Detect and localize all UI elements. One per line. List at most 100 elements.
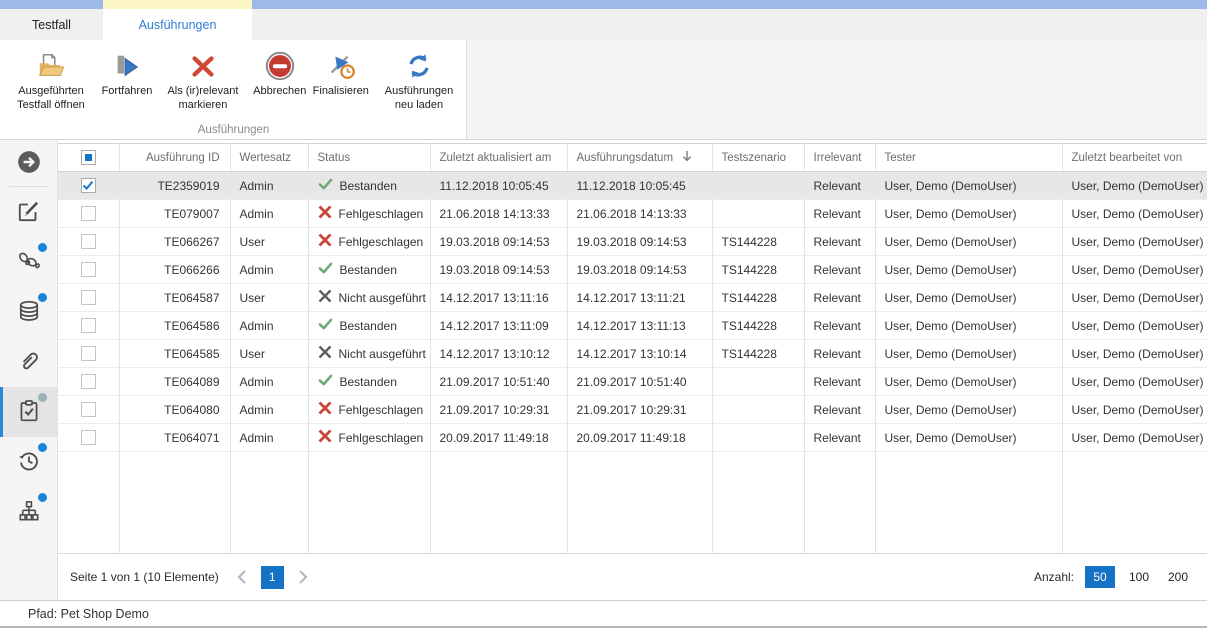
cell-ausfuehrungsdatum: 21.06.2018 14:13:33	[567, 200, 712, 228]
page-1-button[interactable]: 1	[261, 566, 284, 589]
cell-irrelevant: Relevant	[804, 228, 875, 256]
cell-testszenario	[712, 396, 804, 424]
content-area: Ausführung IDWertesatzStatusZuletzt aktu…	[58, 140, 1207, 600]
reload-executions-button[interactable]: Ausführungen neu laden	[372, 46, 466, 115]
column-header-edited_by[interactable]: Zuletzt bearbeitet von	[1062, 144, 1207, 172]
column-header-wertesatz[interactable]: Wertesatz	[230, 144, 308, 172]
row-checkbox[interactable]	[81, 318, 96, 333]
page-size-group: Anzahl: 50 100 200	[1034, 566, 1193, 588]
page-size-100[interactable]: 100	[1124, 566, 1154, 588]
cell-zuletzt-aktualisiert: 19.03.2018 09:14:53	[430, 256, 567, 284]
cell-ausfuehrung-id: TE064089	[119, 368, 230, 396]
cell-ausfuehrung-id: TE066266	[119, 256, 230, 284]
sidebar-item-attachments[interactable]	[0, 337, 57, 387]
cell-wertesatz: Admin	[230, 396, 308, 424]
arrow-circle-icon	[16, 149, 42, 178]
cell-zuletzt-bearbeitet-von: User, Demo (DemoUser)	[1062, 424, 1207, 452]
sidebar-item-data[interactable]	[0, 287, 57, 337]
cell-irrelevant: Relevant	[804, 172, 875, 200]
table-row[interactable]: TE2359019 Admin Bestanden 11.12.2018 10:…	[58, 172, 1207, 200]
column-header-status[interactable]: Status	[308, 144, 430, 172]
cell-testszenario: TS144228	[712, 228, 804, 256]
column-header-testszenario[interactable]: Testszenario	[712, 144, 804, 172]
column-header-tester[interactable]: Tester	[875, 144, 1062, 172]
tab-bar: TestfallAusführungen	[0, 9, 1207, 40]
cell-wertesatz: Admin	[230, 200, 308, 228]
column-header-irrelevant[interactable]: Irrelevant	[804, 144, 875, 172]
paperclip-icon	[16, 348, 42, 377]
cancel-button[interactable]: Abbrechen	[250, 46, 310, 101]
status-notrun-icon	[318, 345, 332, 362]
tab-ausfuehrungen[interactable]: Ausführungen	[103, 9, 252, 40]
cell-zuletzt-bearbeitet-von: User, Demo (DemoUser)	[1062, 284, 1207, 312]
column-header-updated[interactable]: Zuletzt aktualisiert am	[430, 144, 567, 172]
table-row[interactable]: TE064586 Admin Bestanden 14.12.2017 13:1…	[58, 312, 1207, 340]
column-header-exec_date[interactable]: Ausführungsdatum	[567, 144, 712, 172]
cell-zuletzt-bearbeitet-von: User, Demo (DemoUser)	[1062, 340, 1207, 368]
row-checkbox[interactable]	[81, 430, 96, 445]
status-passed-icon	[318, 317, 333, 334]
cell-status: Bestanden	[308, 312, 430, 340]
cell-zuletzt-bearbeitet-von: User, Demo (DemoUser)	[1062, 228, 1207, 256]
cell-ausfuehrungsdatum: 14.12.2017 13:10:14	[567, 340, 712, 368]
table-row[interactable]: TE066267 User Fehlgeschlagen 19.03.2018 …	[58, 228, 1207, 256]
cell-zuletzt-aktualisiert: 21.09.2017 10:51:40	[430, 368, 567, 396]
cell-wertesatz: User	[230, 340, 308, 368]
cell-ausfuehrungsdatum: 14.12.2017 13:11:13	[567, 312, 712, 340]
sidebar-item-hierarchy[interactable]	[0, 487, 57, 537]
page-size-50[interactable]: 50	[1085, 566, 1115, 588]
cell-ausfuehrungsdatum: 11.12.2018 10:05:45	[567, 172, 712, 200]
row-checkbox[interactable]	[81, 346, 96, 361]
select-all-checkbox[interactable]	[81, 150, 96, 165]
table-row[interactable]: TE064071 Admin Fehlgeschlagen 20.09.2017…	[58, 424, 1207, 452]
table-row[interactable]: TE066266 Admin Bestanden 19.03.2018 09:1…	[58, 256, 1207, 284]
path-label: Pfad: Pet Shop Demo	[28, 607, 149, 621]
sidebar-item-steps[interactable]	[0, 237, 57, 287]
table-row[interactable]: TE064585 User Nicht ausgeführt 14.12.201…	[58, 340, 1207, 368]
cell-status: Fehlgeschlagen	[308, 424, 430, 452]
page-size-label: Anzahl:	[1034, 570, 1074, 584]
continue-label: Fortfahren	[102, 85, 153, 99]
row-checkbox[interactable]	[81, 206, 96, 221]
cell-irrelevant: Relevant	[804, 424, 875, 452]
sidebar-item-edit[interactable]	[0, 187, 57, 237]
table-row[interactable]: TE064080 Admin Fehlgeschlagen 21.09.2017…	[58, 396, 1207, 424]
column-header-id[interactable]: Ausführung ID	[119, 144, 230, 172]
row-checkbox[interactable]	[81, 402, 96, 417]
cell-tester: User, Demo (DemoUser)	[875, 368, 1062, 396]
table-row[interactable]: TE079007 Admin Fehlgeschlagen 21.06.2018…	[58, 200, 1207, 228]
cell-ausfuehrung-id: TE2359019	[119, 172, 230, 200]
page-size-200[interactable]: 200	[1163, 566, 1193, 588]
mark-irrelevant-button[interactable]: Als (ir)relevant markieren	[156, 46, 250, 115]
next-page-button[interactable]	[296, 569, 310, 585]
cell-irrelevant: Relevant	[804, 396, 875, 424]
prev-page-button[interactable]	[235, 569, 249, 585]
cell-ausfuehrungsdatum: 21.09.2017 10:29:31	[567, 396, 712, 424]
cell-ausfuehrung-id: TE079007	[119, 200, 230, 228]
row-checkbox[interactable]	[81, 262, 96, 277]
cell-wertesatz: Admin	[230, 172, 308, 200]
row-checkbox[interactable]	[81, 374, 96, 389]
table-row[interactable]: TE064587 User Nicht ausgeführt 14.12.201…	[58, 284, 1207, 312]
tab-testfall[interactable]: Testfall	[0, 9, 103, 40]
main-area: Ausführung IDWertesatzStatusZuletzt aktu…	[0, 140, 1207, 600]
sidebar-item-history[interactable]	[0, 437, 57, 487]
continue-icon	[111, 50, 143, 82]
finalize-button[interactable]: Finalisieren	[310, 46, 372, 101]
sidebar-item-executions[interactable]	[0, 387, 57, 437]
finalize-label: Finalisieren	[313, 85, 369, 99]
cell-status: Fehlgeschlagen	[308, 396, 430, 424]
cell-ausfuehrung-id: TE064586	[119, 312, 230, 340]
cell-wertesatz: Admin	[230, 424, 308, 452]
row-checkbox[interactable]	[81, 290, 96, 305]
table-row[interactable]: TE064089 Admin Bestanden 21.09.2017 10:5…	[58, 368, 1207, 396]
cell-zuletzt-aktualisiert: 11.12.2018 10:05:45	[430, 172, 567, 200]
row-checkbox[interactable]	[81, 178, 96, 193]
sidebar-item-collapse[interactable]	[0, 140, 57, 186]
cell-testszenario	[712, 172, 804, 200]
continue-button[interactable]: Fortfahren	[98, 46, 156, 101]
ribbon: Ausgeführten Testfall öffnen Fortfahren …	[0, 40, 1207, 140]
open-executed-testcase-button[interactable]: Ausgeführten Testfall öffnen	[4, 46, 98, 115]
cell-ausfuehrung-id: TE064585	[119, 340, 230, 368]
row-checkbox[interactable]	[81, 234, 96, 249]
